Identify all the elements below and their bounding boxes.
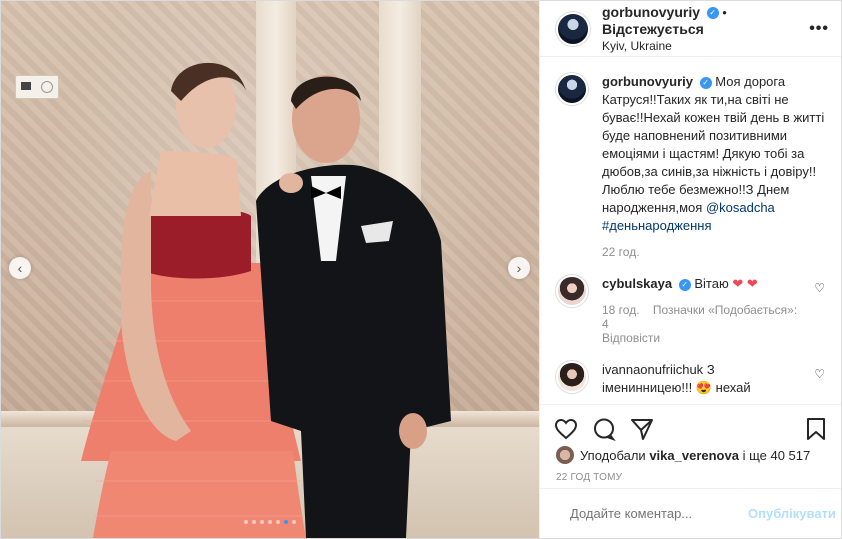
likes-prefix: Уподобали (580, 447, 646, 463)
comment-item: cybulskaya ✓ Вітаю ❤ ❤ 18 год. Позначки … (556, 275, 825, 345)
more-options-icon[interactable]: ••• (809, 20, 829, 38)
man-hand (399, 413, 427, 449)
location-link[interactable]: Kyiv, Ukraine (602, 38, 809, 54)
likes-count-text[interactable]: і ще 40 517 (743, 448, 811, 463)
caption-time[interactable]: 22 год. (602, 245, 640, 259)
carousel-dot (268, 520, 272, 524)
like-comment-heart-icon[interactable]: ♡ (814, 281, 825, 295)
liker-avatar (556, 446, 574, 464)
comment-body: ivannaonufriichuk З іменинницею!!! 😍 нех… (602, 361, 806, 397)
heart-eyes-emoji: 😍 (695, 380, 713, 395)
woman-shoulders (149, 151, 241, 216)
carousel-dot (260, 520, 264, 524)
carousel-dot (292, 520, 296, 524)
comment-text: Вітаю (694, 276, 729, 291)
caption-username[interactable]: gorbunovyuriy (602, 74, 693, 89)
comment-username[interactable]: ivannaonufriichuk (602, 362, 703, 377)
carousel-prev-button[interactable]: ‹ (9, 257, 31, 279)
caption-hashtag[interactable]: #деньнародження (602, 218, 712, 233)
publish-comment-button[interactable]: Опублікувати (748, 506, 836, 521)
coral-dress-hem (93, 451, 306, 538)
photo-people-illustration (81, 62, 451, 538)
chevron-left-icon: ‹ (17, 260, 23, 276)
save-bookmark-icon[interactable] (805, 417, 827, 441)
comment-text-tail: нехай (715, 380, 751, 395)
woman-hand-on-shoulder (279, 173, 303, 193)
share-paper-plane-icon[interactable] (630, 417, 654, 441)
reply-button[interactable]: Відповісти (602, 331, 660, 345)
caption-meta: 22 год. (602, 245, 825, 259)
likes-summary[interactable]: Уподобали vika_verenova і ще 40 517 (540, 444, 841, 466)
comment-body: cybulskaya ✓ Вітаю ❤ ❤ 18 год. Позначки … (602, 275, 806, 345)
author-username[interactable]: gorbunovyuriy (602, 4, 700, 20)
caption-avatar[interactable] (556, 73, 588, 105)
comment-bubble-icon[interactable] (592, 417, 616, 441)
comment-item: ivannaonufriichuk З іменинницею!!! 😍 нех… (556, 361, 825, 397)
comment-time[interactable]: 18 год. (602, 303, 640, 317)
carousel-next-button[interactable]: › (508, 257, 530, 279)
commenter-avatar[interactable] (556, 275, 588, 307)
commenter-avatar[interactable] (556, 361, 588, 393)
carousel-dots (1, 520, 539, 524)
like-heart-icon[interactable] (554, 417, 578, 441)
carousel-dot (244, 520, 248, 524)
header-separator: • (722, 4, 727, 20)
burgundy-bodice (143, 208, 251, 279)
post-timestamp[interactable]: 22 ГОД ТОМУ (540, 466, 841, 488)
caption-mention[interactable]: @kosadcha (706, 200, 775, 215)
post-sidebar: gorbunovyuriy ✓ • Відстежується Kyiv, Uk… (539, 1, 841, 538)
action-bar (540, 404, 841, 444)
comment-input[interactable] (568, 505, 748, 522)
caption-body: gorbunovyuriy ✓ Моя дорога Катруся!!Таки… (602, 73, 825, 259)
carousel-dot (276, 520, 280, 524)
verified-badge-icon: ✓ (699, 76, 712, 89)
add-comment-bar: Опублікувати (540, 488, 841, 538)
author-info: gorbunovyuriy ✓ • Відстежується Kyiv, Uk… (602, 4, 809, 54)
post-header: gorbunovyuriy ✓ • Відстежується Kyiv, Uk… (540, 1, 841, 57)
following-button[interactable]: Відстежується (602, 21, 704, 37)
caption-text: Моя дорога Катруся!!Таких як ти,на світі… (602, 74, 825, 215)
comment-meta: 18 год. Позначки «Подобається»: 4 Відпов… (602, 303, 806, 345)
like-comment-heart-icon[interactable]: ♡ (814, 367, 825, 381)
carousel-dot-active (284, 520, 288, 524)
verified-badge-icon: ✓ (678, 278, 691, 291)
caption: gorbunovyuriy ✓ Моя дорога Катруся!!Таки… (556, 73, 825, 259)
author-avatar[interactable] (556, 11, 590, 46)
liker-username[interactable]: vika_verenova (649, 448, 739, 463)
comment-username[interactable]: cybulskaya (602, 276, 672, 291)
carousel-dot (252, 520, 256, 524)
verified-badge-icon: ✓ (706, 7, 719, 20)
chevron-right-icon: › (516, 260, 522, 276)
post-photo[interactable]: ‹ › (1, 1, 539, 538)
red-heart-emoji: ❤ ❤ (732, 276, 758, 291)
instagram-post: ‹ › gorbunovyuriy ✓ • Відстежується Kyiv… (0, 0, 842, 539)
comments-list[interactable]: gorbunovyuriy ✓ Моя дорога Катруся!!Таки… (540, 57, 841, 404)
